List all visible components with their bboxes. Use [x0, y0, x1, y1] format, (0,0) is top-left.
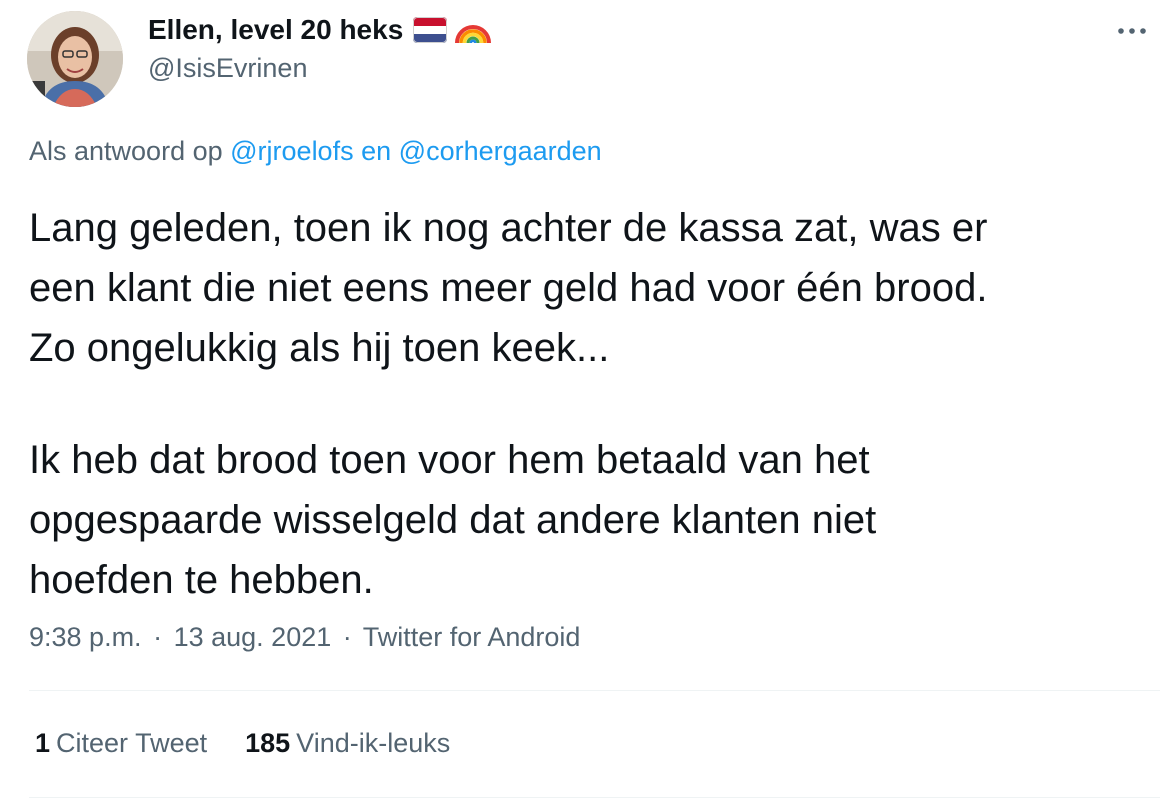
- tweet-text: Lang geleden, toen ik nog achter de kass…: [29, 198, 1149, 610]
- profile-photo-icon: [27, 11, 123, 107]
- avatar[interactable]: [27, 11, 123, 107]
- quote-tweets-label: Citeer Tweet: [56, 728, 208, 758]
- likes-link[interactable]: 185 Vind-ik-leuks: [245, 728, 450, 759]
- tweet-text-line: een klant die niet eens meer geld had vo…: [29, 266, 988, 310]
- tweet-source[interactable]: Twitter for Android: [363, 622, 581, 652]
- tweet-metadata: 9:38 p.m. · 13 aug. 2021 · Twitter for A…: [29, 622, 580, 653]
- netherlands-flag-icon: [413, 17, 448, 43]
- likes-count: 185: [245, 728, 291, 758]
- mention-link-corhergaarden[interactable]: @corhergaarden: [399, 136, 602, 166]
- reply-context: Als antwoord op @rjroelofs en @corhergaa…: [29, 136, 602, 167]
- meta-separator: ·: [342, 622, 352, 652]
- tweet-time[interactable]: 9:38 p.m.: [29, 622, 142, 652]
- reply-joiner: en: [361, 136, 392, 166]
- tweet-text-line: Lang geleden, toen ik nog achter de kass…: [29, 206, 988, 250]
- divider: [29, 690, 1160, 691]
- tweet-text-line: opgespaarde wisselgeld dat andere klante…: [29, 498, 877, 542]
- tweet-date[interactable]: 13 aug. 2021: [174, 622, 332, 652]
- reply-prefix: Als antwoord op: [29, 136, 223, 166]
- quote-tweets-link[interactable]: 1 Citeer Tweet: [35, 728, 207, 759]
- rainbow-icon: [455, 15, 492, 45]
- tweet-card: Ellen, level 20 heks @IsisEvrinen Als an…: [0, 0, 1172, 810]
- meta-separator: ·: [153, 622, 163, 652]
- tweet-text-line: Zo ongelukkig als hij toen keek...: [29, 326, 610, 370]
- divider: [29, 797, 1160, 798]
- author-display-name-row[interactable]: Ellen, level 20 heks: [148, 12, 492, 48]
- tweet-text-line: hoefden te hebben.: [29, 558, 374, 602]
- author-handle[interactable]: @IsisEvrinen: [148, 53, 307, 84]
- tweet-stats: 1 Citeer Tweet 185 Vind-ik-leuks: [35, 728, 488, 759]
- tweet-text-line: Ik heb dat brood toen voor hem betaald v…: [29, 438, 870, 482]
- author-display-name[interactable]: Ellen, level 20 heks: [148, 14, 403, 46]
- mention-link-rjroelofs[interactable]: @rjroelofs: [230, 136, 353, 166]
- more-horizontal-icon[interactable]: [1114, 16, 1150, 46]
- quote-tweets-count: 1: [35, 728, 51, 758]
- tweet-text-blank-line: [29, 378, 1149, 430]
- likes-label: Vind-ik-leuks: [296, 728, 451, 758]
